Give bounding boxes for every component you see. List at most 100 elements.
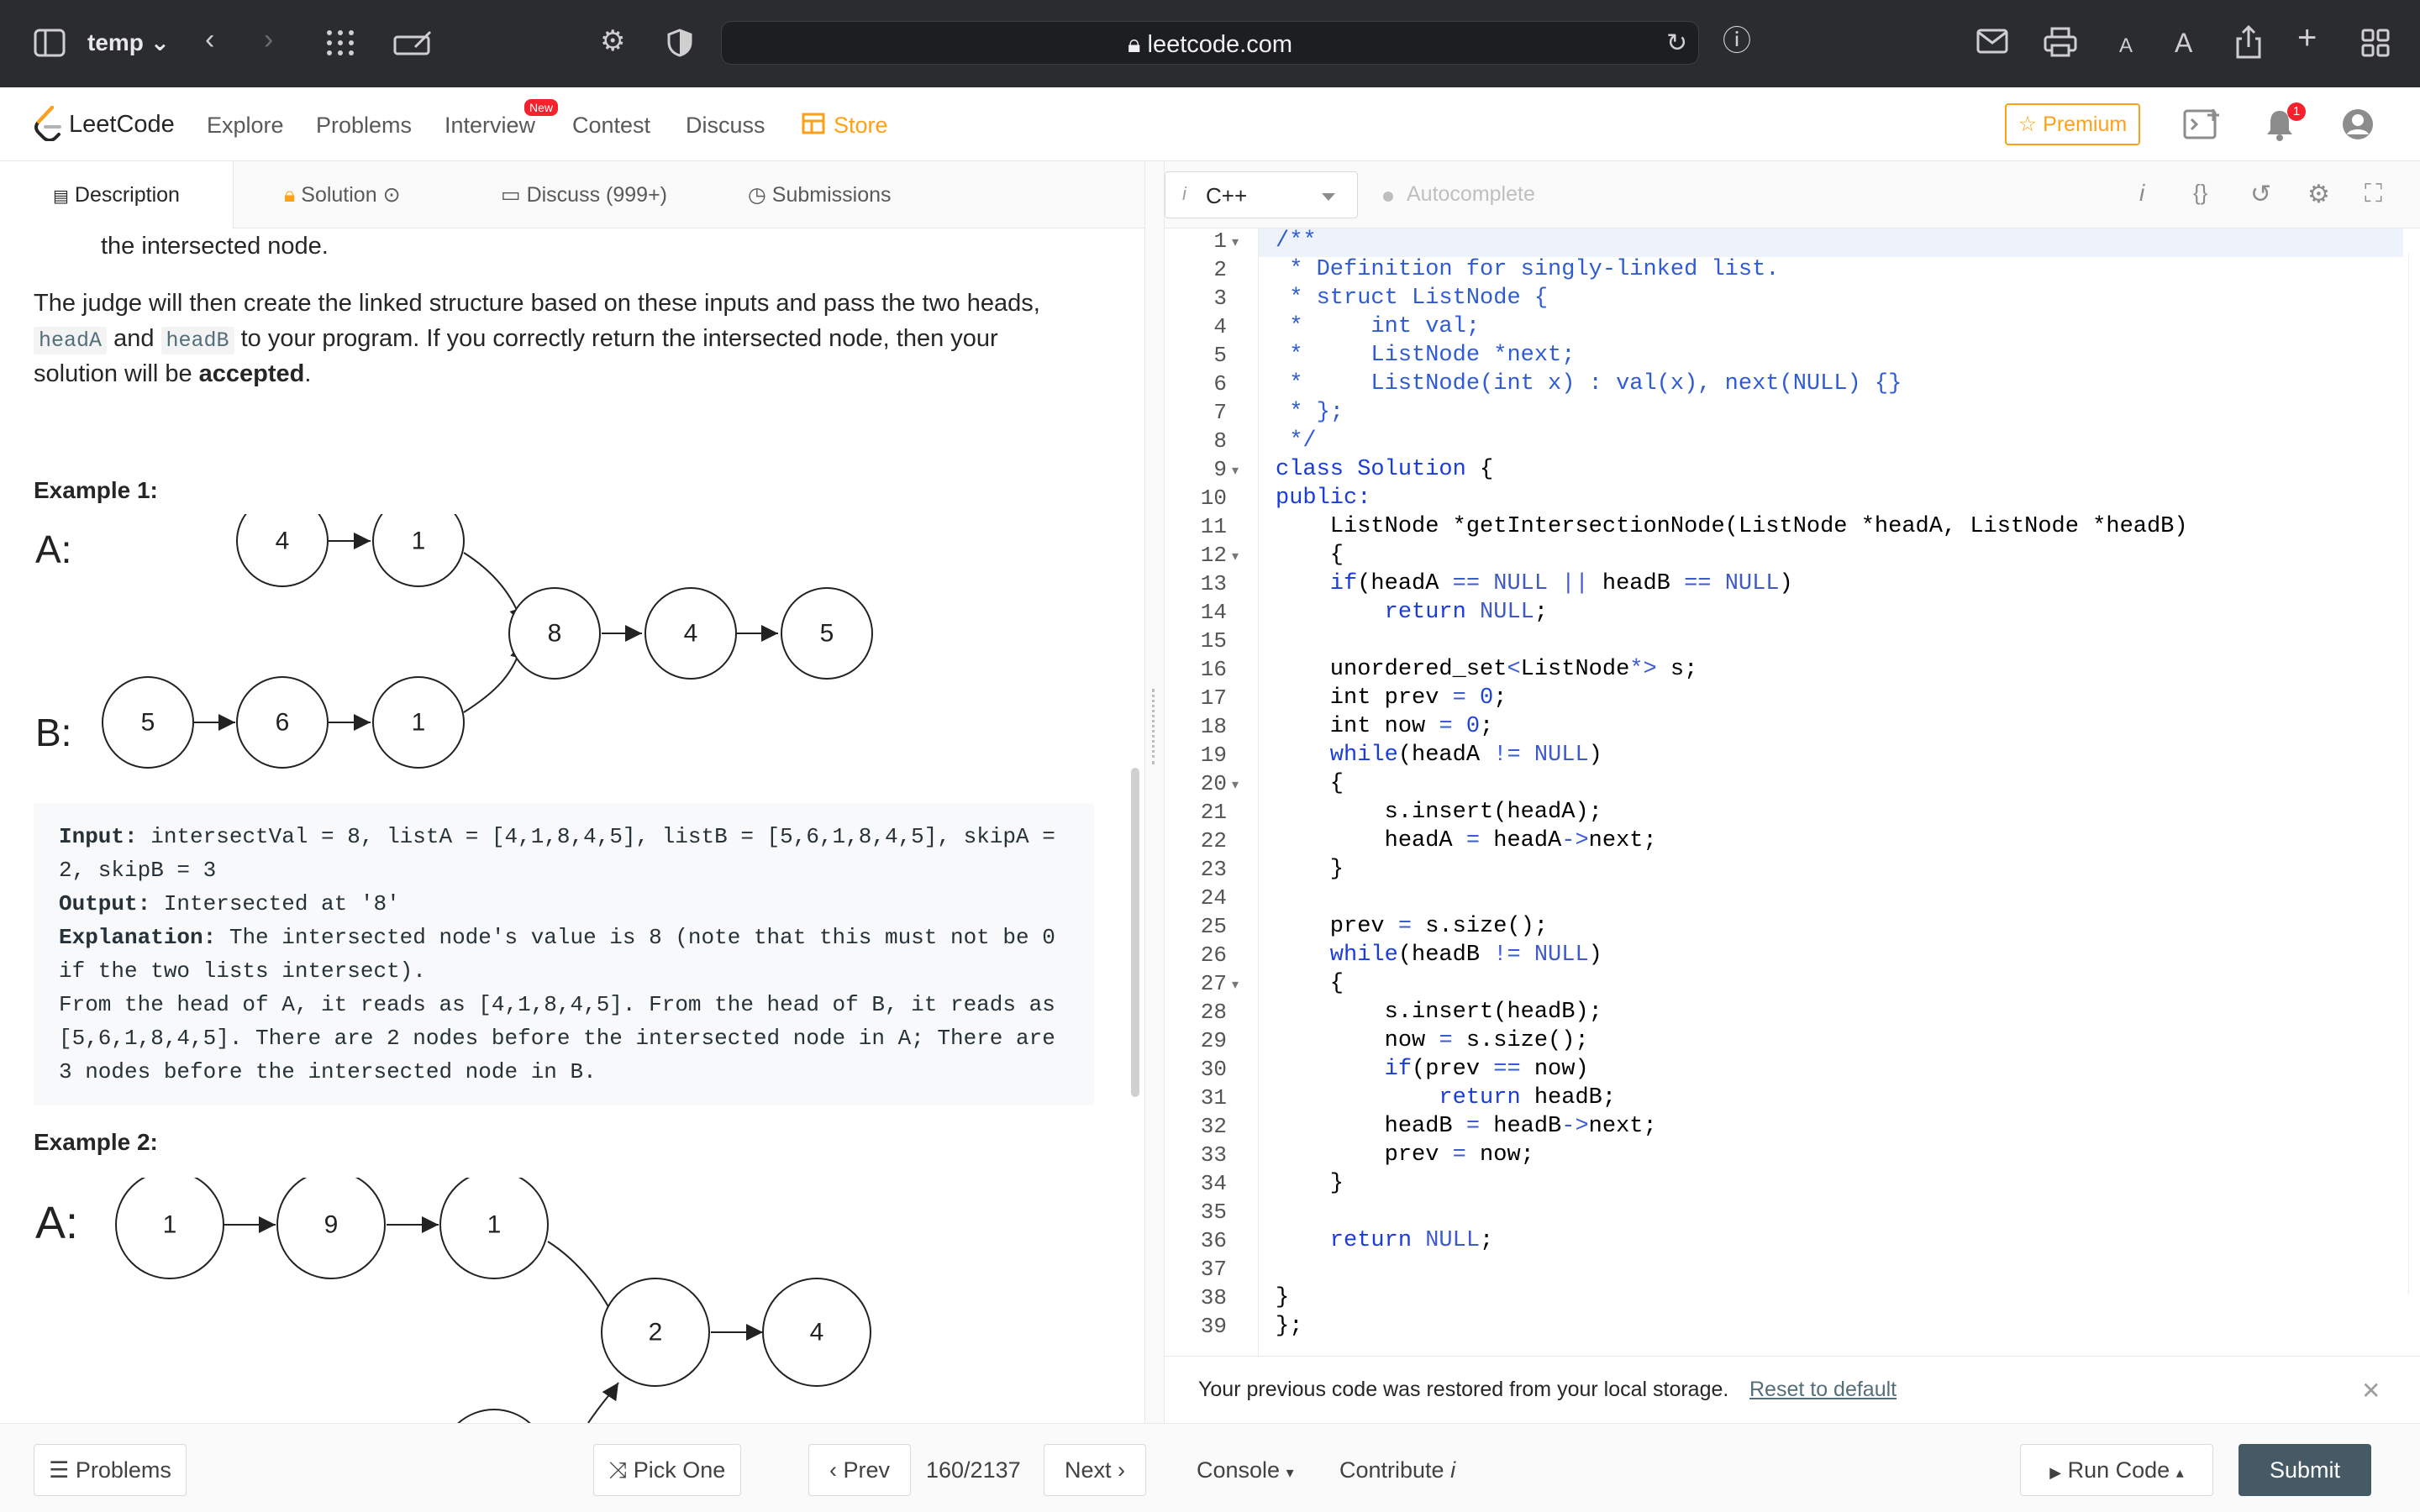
line-number: 8: [1213, 428, 1227, 454]
diagram2-node: 4: [762, 1278, 871, 1387]
new-tab-icon[interactable]: +: [2297, 21, 2317, 55]
fold-arrow-icon[interactable]: ▾: [1232, 462, 1239, 479]
avatar-icon[interactable]: [2341, 108, 2375, 147]
tab-submissions[interactable]: ◷ Submissions: [748, 161, 892, 228]
tab-overview-icon[interactable]: [2361, 29, 2390, 62]
reload-icon[interactable]: ↻: [1666, 29, 1687, 58]
back-icon[interactable]: ‹: [205, 25, 214, 54]
settings-gear-icon[interactable]: ⚙: [600, 27, 625, 55]
forward-icon[interactable]: ›: [264, 25, 273, 54]
tab-description[interactable]: ▤ Description: [0, 161, 234, 228]
code-line: * ListNode(int x) : val(x), next(NULL) {…: [1276, 371, 1902, 396]
tab-discuss[interactable]: ▭ Discuss (999+): [501, 161, 667, 228]
lock-icon: 🔒︎: [1128, 31, 1141, 58]
diagram1-node: 4: [644, 587, 737, 680]
nav-store[interactable]: Store: [834, 113, 888, 139]
example1-code-block: Input: intersectVal = 8, listA = [4,1,8,…: [34, 803, 1094, 1105]
fullscreen-icon[interactable]: ⛶: [2365, 180, 2382, 208]
code-line: * int val;: [1276, 314, 1481, 339]
tab-group-label[interactable]: temp ⌄: [87, 29, 170, 56]
problems-button[interactable]: ☰ Problems: [34, 1444, 187, 1496]
sidebar-toggle-icon[interactable]: [34, 29, 66, 62]
shield-icon[interactable]: [667, 29, 692, 62]
fold-arrow-icon[interactable]: ▾: [1232, 776, 1239, 793]
editor-scrollbar[interactable]: [2408, 254, 2417, 1295]
submit-button[interactable]: Submit: [2238, 1444, 2371, 1496]
diagram1-label-b: B:: [35, 711, 71, 754]
line-number: 3: [1213, 286, 1227, 311]
share-icon[interactable]: [2235, 24, 2262, 64]
info-icon: i: [1182, 183, 1186, 204]
code-braces-icon[interactable]: {}: [2193, 180, 2207, 206]
nav-problems[interactable]: Problems: [316, 113, 412, 139]
fold-arrow-icon[interactable]: ▾: [1232, 234, 1239, 250]
example2-title: Example 2:: [34, 1129, 158, 1155]
nav-explore[interactable]: Explore: [207, 113, 284, 139]
pick-one-button[interactable]: ⤨ Pick One: [593, 1444, 741, 1496]
settings-gear-icon[interactable]: ⚙: [2307, 180, 2330, 209]
nav-interview[interactable]: Interview: [445, 113, 535, 139]
autocomplete-toggle-dot[interactable]: [1383, 192, 1393, 202]
svg-text:1: 1: [412, 709, 426, 737]
address-bar[interactable]: 🔒︎ leetcode.com ↻: [721, 21, 1699, 65]
browser-toolbar: temp ⌄ ‹ › ⚙ 🔒︎ leetcode.com ↻ ⓘ A A +: [0, 0, 2420, 87]
code-line: /**: [1276, 228, 1317, 254]
text-smaller-icon[interactable]: A: [2119, 32, 2133, 60]
code-editor[interactable]: 1 ▾ 2 3 4 5 6 7 8 9 ▾ 10 11 12 ▾ 13 14 15 16 17 18 19 20 ▾ 21 22 2…: [1165, 228, 2420, 1356]
line-number: 28: [1200, 1000, 1227, 1025]
line-number: 24: [1200, 885, 1227, 911]
leetcode-logo-icon[interactable]: [34, 106, 62, 143]
autocomplete-toggle[interactable]: Autocomplete: [1407, 182, 1535, 207]
info-icon: i: [1450, 1457, 1456, 1483]
problem-counter: 160/2137: [926, 1457, 1021, 1483]
code-line: * struct ListNode {: [1276, 286, 1549, 311]
contribute-link[interactable]: Contribute i: [1339, 1457, 1455, 1483]
next-button[interactable]: Next ›: [1044, 1444, 1146, 1496]
chevron-right-icon: ›: [1118, 1457, 1126, 1483]
close-icon[interactable]: ✕: [2361, 1377, 2381, 1404]
line-number: 18: [1200, 714, 1227, 739]
language-select[interactable]: i C++: [1165, 171, 1358, 218]
line-number: 19: [1200, 743, 1227, 768]
run-code-button[interactable]: ▶ Run Code ▴: [2020, 1444, 2213, 1496]
line-number: 38: [1200, 1285, 1227, 1310]
nav-discuss[interactable]: Discuss: [686, 113, 765, 139]
text-larger-icon[interactable]: A: [2175, 29, 2192, 57]
description-scrollbar[interactable]: [1131, 768, 1139, 1097]
line-number: 10: [1200, 486, 1227, 511]
line-number: 23: [1200, 857, 1227, 882]
line-number: 31: [1200, 1085, 1227, 1110]
playground-icon[interactable]: [2183, 108, 2222, 147]
info-icon[interactable]: ⓘ: [1723, 27, 1751, 55]
logo-text[interactable]: LeetCode: [69, 111, 175, 139]
fold-arrow-icon[interactable]: ▾: [1232, 976, 1239, 993]
code-line: prev = s.size();: [1276, 914, 1549, 939]
mail-icon[interactable]: [1976, 29, 2008, 59]
prev-button[interactable]: ‹ Prev: [808, 1444, 911, 1496]
info-icon[interactable]: i: [2139, 180, 2144, 207]
reset-to-default-link[interactable]: Reset to default: [1749, 1378, 1897, 1402]
chevron-up-icon: ▴: [2175, 1464, 2184, 1481]
reset-icon[interactable]: ↺: [2250, 180, 2271, 209]
diagram1-node: 4: [236, 514, 329, 587]
tab-solution[interactable]: 🔒︎ Solution ⊙: [284, 161, 401, 228]
judge-paragraph-line1: The judge will then create the linked st…: [34, 290, 1040, 317]
code-line: return NULL;: [1276, 1228, 1494, 1253]
print-icon[interactable]: [2044, 27, 2077, 62]
line-number: 16: [1200, 657, 1227, 682]
panel-resize-handle[interactable]: [1144, 161, 1165, 1423]
premium-button[interactable]: ☆ Premium: [2005, 103, 2140, 145]
line-number-gutter: 1 ▾ 2 3 4 5 6 7 8 9 ▾ 10 11 12 ▾ 13 14 15 16 17 18 19 20 ▾ 21 22 2…: [1165, 228, 1259, 1356]
fold-arrow-icon[interactable]: ▾: [1232, 548, 1239, 564]
play-icon: ▶: [2049, 1464, 2062, 1481]
site-navbar: LeetCode Explore Problems Interview New …: [0, 87, 2420, 161]
grid-apps-icon[interactable]: [324, 29, 356, 62]
line-number: 30: [1200, 1057, 1227, 1082]
nav-contest[interactable]: Contest: [572, 113, 650, 139]
code-line: headB = headB->next;: [1276, 1114, 1657, 1139]
example2-diagram: A: 1 9 1 2 4: [35, 1178, 871, 1423]
code-line: now = s.size();: [1276, 1028, 1589, 1053]
console-toggle[interactable]: Console ▾: [1197, 1457, 1294, 1483]
draw-tool-icon[interactable]: [393, 29, 434, 62]
line-number: 20: [1200, 771, 1227, 796]
